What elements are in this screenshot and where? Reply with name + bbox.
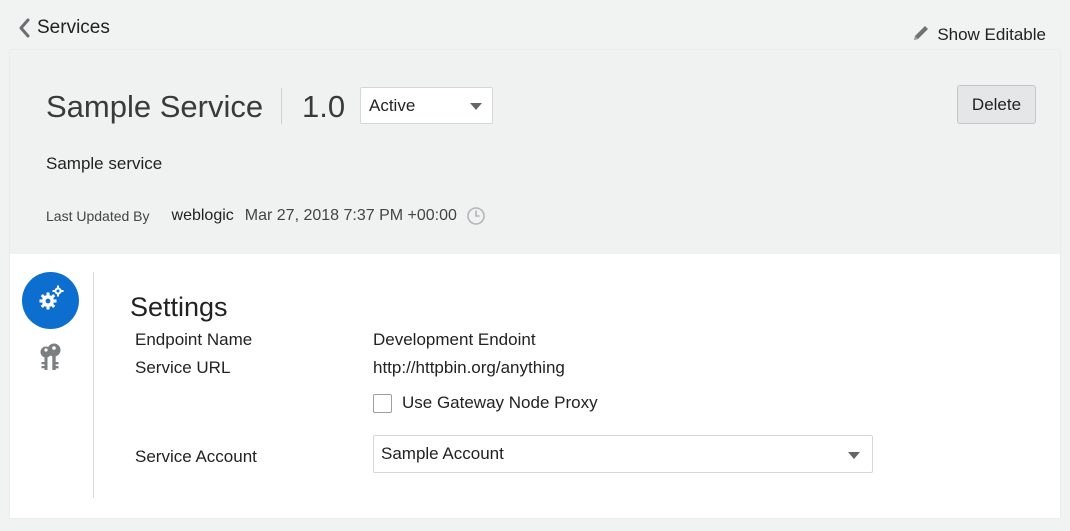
delete-button[interactable]: Delete (957, 85, 1036, 124)
service-url-value: http://httpbin.org/anything (373, 358, 565, 377)
service-account-value: Sample Account (381, 444, 504, 463)
chevron-left-icon (18, 18, 30, 38)
title-divider (281, 88, 282, 124)
service-account-select[interactable]: Sample Account (373, 435, 873, 473)
nav-item-settings[interactable] (22, 272, 79, 329)
last-updated-time: Mar 27, 2018 7:37 PM +00:00 (244, 207, 457, 224)
service-version: 1.0 (302, 89, 346, 124)
clock-icon (466, 206, 486, 226)
last-updated-row: Last Updated By weblogic Mar 27, 2018 7:… (46, 206, 486, 226)
service-name: Sample Service (46, 89, 264, 124)
section-nav (22, 272, 80, 370)
pencil-icon (911, 23, 931, 48)
use-gateway-proxy-label: Use Gateway Node Proxy (402, 393, 598, 412)
service-detail-card: Sample Service 1.0 Active Delete Sample … (10, 50, 1060, 518)
endpoint-name-value: Development Endoint (373, 330, 536, 349)
keys-icon (37, 342, 65, 377)
last-updated-user: weblogic (171, 207, 234, 224)
caret-down-icon (470, 103, 482, 110)
service-header: Sample Service 1.0 Active Delete Sample … (10, 50, 1060, 254)
checkbox-box[interactable] (373, 393, 392, 413)
settings-heading: Settings (130, 292, 228, 322)
status-select-value: Active (369, 95, 416, 115)
gears-icon (36, 283, 66, 318)
top-bar: Services Show Editable (0, 0, 1070, 50)
show-editable-button[interactable]: Show Editable (911, 22, 1046, 48)
section-nav-divider (93, 272, 94, 498)
endpoint-name-label: Endpoint Name (135, 330, 253, 349)
show-editable-label: Show Editable (937, 25, 1046, 44)
use-gateway-proxy-checkbox[interactable]: Use Gateway Node Proxy (373, 393, 598, 413)
nav-item-keys[interactable] (35, 342, 67, 376)
service-url-label: Service URL (135, 358, 231, 377)
back-to-services-link[interactable]: Services (18, 14, 110, 42)
service-account-label: Service Account (135, 447, 257, 466)
status-select[interactable]: Active (360, 87, 493, 124)
caret-down-icon (848, 452, 860, 459)
service-description: Sample service (46, 154, 163, 173)
back-link-label: Services (37, 17, 110, 38)
last-updated-label: Last Updated By (46, 208, 150, 224)
